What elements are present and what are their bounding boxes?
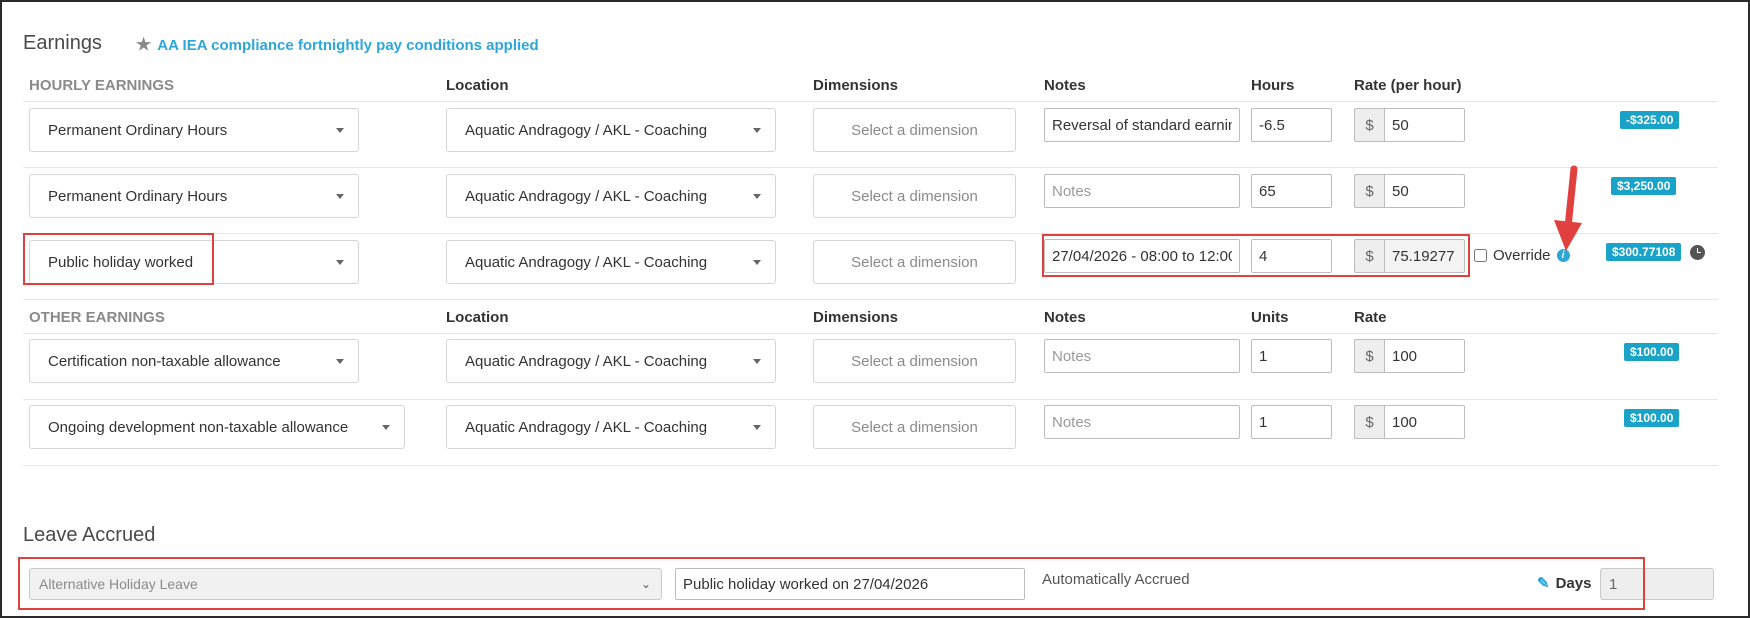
accrual-status: Automatically Accrued — [1042, 571, 1190, 588]
override-label: Override — [1493, 247, 1551, 264]
earning-type-value: Permanent Ordinary Hours — [48, 121, 228, 139]
compliance-text: AA IEA compliance fortnightly pay condit… — [157, 36, 539, 54]
location-select[interactable]: Aquatic Andragogy / AKL - Coaching — [446, 174, 776, 218]
units-input[interactable] — [1251, 405, 1332, 439]
notes-input[interactable] — [1044, 174, 1240, 208]
units-input[interactable] — [1251, 339, 1332, 373]
currency-addon: $ — [1354, 405, 1384, 439]
days-input[interactable]: 1 — [1600, 568, 1714, 600]
notes-input[interactable] — [1044, 405, 1240, 439]
total-badge: $100.00 — [1624, 343, 1680, 361]
earning-type-value: Ongoing development non-taxable allowanc… — [48, 418, 349, 436]
dimension-select[interactable]: Select a dimension — [813, 339, 1016, 383]
chevron-down-icon: ⌄ — [640, 577, 651, 591]
caret-down-icon — [753, 359, 761, 364]
total-badge: $3,250.00 — [1611, 177, 1677, 195]
notes-input[interactable] — [1044, 239, 1240, 273]
hours-header: Hours — [1251, 77, 1295, 94]
location-value: Aquatic Andragogy / AKL - Coaching — [465, 187, 708, 205]
earning-type-select[interactable]: Permanent Ordinary Hours — [29, 108, 359, 152]
notes-input[interactable] — [1044, 108, 1240, 142]
dimension-select[interactable]: Select a dimension — [813, 240, 1016, 284]
rate-input[interactable] — [1384, 174, 1465, 208]
dimensions-header: Dimensions — [813, 77, 899, 94]
location-value: Aquatic Andragogy / AKL - Coaching — [465, 418, 708, 436]
hours-input[interactable] — [1251, 239, 1332, 273]
location-select[interactable]: Aquatic Andragogy / AKL - Coaching — [446, 339, 776, 383]
leave-type-select[interactable]: Alternative Holiday Leave ⌄ — [29, 568, 662, 600]
earning-type-select[interactable]: Certification non-taxable allowance — [29, 339, 359, 383]
caret-down-icon — [382, 425, 390, 430]
notes-input[interactable] — [1044, 339, 1240, 373]
location-select[interactable]: Aquatic Andragogy / AKL - Coaching — [446, 240, 776, 284]
rate-input[interactable] — [1384, 405, 1465, 439]
compliance-note: ★ AA IEA compliance fortnightly pay cond… — [136, 35, 539, 55]
days-label[interactable]: ✎ Days — [1537, 574, 1592, 593]
leave-type-value: Alternative Holiday Leave — [39, 576, 198, 592]
hours-input[interactable] — [1251, 108, 1332, 142]
caret-down-icon — [336, 128, 344, 133]
earning-type-select[interactable]: Public holiday worked — [29, 240, 359, 284]
caret-down-icon — [753, 425, 761, 430]
total-badge: $100.00 — [1624, 409, 1680, 427]
hours-input[interactable] — [1251, 174, 1332, 208]
dimension-select[interactable]: Select a dimension — [813, 405, 1016, 449]
dimension-select[interactable]: Select a dimension — [813, 174, 1016, 218]
red-arrow-annotation — [1554, 165, 1582, 251]
location-value: Aquatic Andragogy / AKL - Coaching — [465, 253, 708, 271]
notes-header: Notes — [1044, 309, 1086, 326]
notes-header: Notes — [1044, 77, 1086, 94]
units-header: Units — [1251, 309, 1289, 326]
currency-addon: $ — [1354, 239, 1384, 273]
rate-input[interactable] — [1384, 239, 1465, 273]
rate-input[interactable] — [1384, 108, 1465, 142]
leave-accrued-title: Leave Accrued — [23, 524, 156, 546]
star-icon: ★ — [136, 35, 152, 54]
location-value: Aquatic Andragogy / AKL - Coaching — [465, 352, 708, 370]
override-checkbox[interactable] — [1474, 249, 1487, 262]
location-header: Location — [446, 77, 509, 94]
location-select[interactable]: Aquatic Andragogy / AKL - Coaching — [446, 405, 776, 449]
earning-type-value: Certification non-taxable allowance — [48, 352, 281, 370]
caret-down-icon — [753, 260, 761, 265]
caret-down-icon — [753, 194, 761, 199]
earnings-title: Earnings — [23, 32, 102, 54]
leave-description-input[interactable] — [675, 568, 1025, 600]
pencil-icon[interactable]: ✎ — [1537, 574, 1550, 592]
earning-type-value: Permanent Ordinary Hours — [48, 187, 228, 205]
days-label-text: Days — [1555, 574, 1592, 592]
dimensions-header: Dimensions — [813, 309, 899, 326]
rate-input[interactable] — [1384, 339, 1465, 373]
total-badge: $300.77108 — [1606, 243, 1682, 261]
currency-addon: $ — [1354, 339, 1384, 373]
other-earnings-header: OTHER EARNINGS — [29, 309, 165, 326]
rate-header: Rate (per hour) — [1354, 77, 1462, 94]
currency-addon: $ — [1354, 108, 1384, 142]
caret-down-icon — [336, 194, 344, 199]
currency-addon: $ — [1354, 174, 1384, 208]
rate-header: Rate — [1354, 309, 1387, 326]
location-header: Location — [446, 309, 509, 326]
earning-type-value: Public holiday worked — [48, 253, 194, 271]
caret-down-icon — [336, 260, 344, 265]
earning-type-select[interactable]: Permanent Ordinary Hours — [29, 174, 359, 218]
total-badge: -$325.00 — [1620, 111, 1680, 129]
location-select[interactable]: Aquatic Andragogy / AKL - Coaching — [446, 108, 776, 152]
earning-type-select[interactable]: Ongoing development non-taxable allowanc… — [29, 405, 405, 449]
location-value: Aquatic Andragogy / AKL - Coaching — [465, 121, 708, 139]
caret-down-icon — [336, 359, 344, 364]
dimension-select[interactable]: Select a dimension — [813, 108, 1016, 152]
caret-down-icon — [753, 128, 761, 133]
clock-icon[interactable] — [1690, 245, 1705, 260]
hourly-earnings-header: HOURLY EARNINGS — [29, 77, 175, 94]
